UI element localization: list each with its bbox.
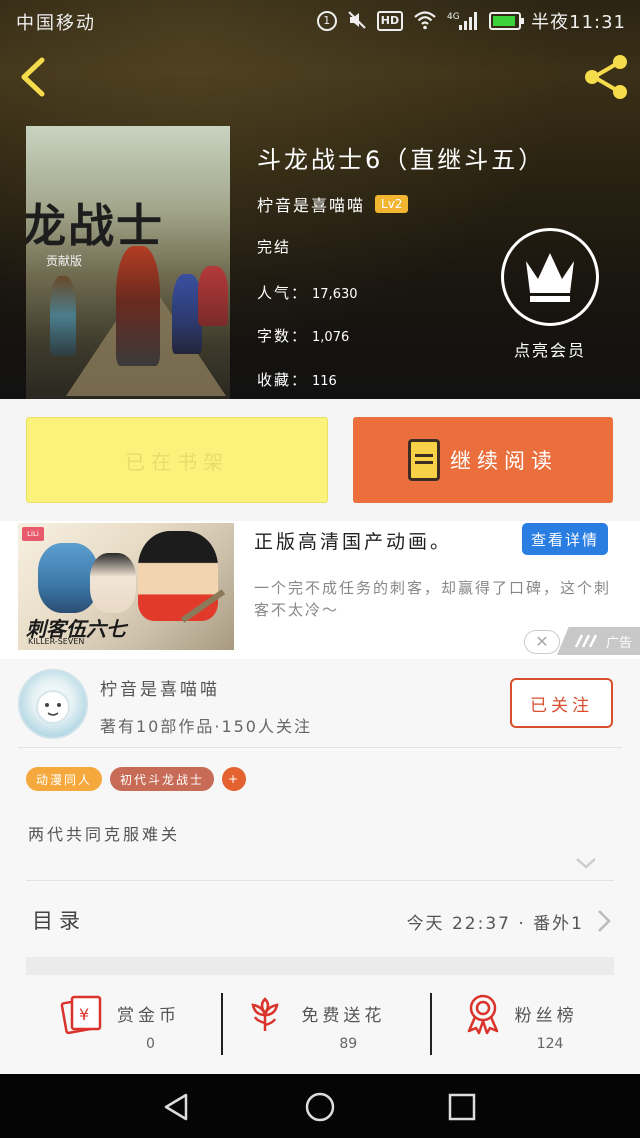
ad-description: 一个完不成任务的刺客，却赢得了口碑，这个刺客不太冷～ <box>254 579 612 619</box>
carrier-name: 中国移动 <box>16 13 96 34</box>
author-name[interactable]: 柠音是喜喵喵 <box>257 192 365 216</box>
word-count-row: 字数： 1,076 <box>257 325 349 346</box>
share-button[interactable] <box>580 52 632 102</box>
sheep-avatar-icon <box>36 690 70 724</box>
flower-icon <box>251 997 279 1031</box>
fan-ranking-count: 124 <box>536 1036 564 1052</box>
cover-character <box>116 246 160 366</box>
crown-icon <box>526 253 574 302</box>
send-flower-label: 免费送花 <box>301 1006 386 1026</box>
tag-list: 动漫同人 初代斗龙战士 + <box>26 767 247 791</box>
section-separator <box>26 957 614 975</box>
ad-close-button[interactable]: ✕ <box>524 630 560 654</box>
signal-icon: 4G <box>447 10 479 32</box>
expand-description-button[interactable] <box>574 855 598 869</box>
send-flower-count: 89 <box>339 1036 358 1052</box>
cover-character <box>50 276 76 356</box>
ad-label-text: 广告 <box>605 635 632 651</box>
battery-icon <box>489 12 525 30</box>
fan-ranking-label: 粉丝榜 <box>514 1006 578 1026</box>
author-profile-name[interactable]: 柠音是喜喵喵 <box>100 675 220 700</box>
status-icons: 1 HD 4G 半夜11:31 <box>316 8 626 34</box>
table-of-contents-row[interactable]: 目录 今天 22:37 · 番外1 <box>26 891 614 951</box>
fan-ranking-button[interactable]: 粉丝榜 124 <box>427 979 640 1074</box>
back-button[interactable] <box>14 56 54 98</box>
latest-chapter: 今天 22:37 · 番外1 <box>406 914 584 934</box>
mute-icon <box>347 10 367 32</box>
author-section: 柠音是喜喵喵 著有10部作品·150人关注 已关注 动漫同人 初代斗龙战士 + … <box>0 659 640 1074</box>
favorites-row: 收藏： 116 <box>257 369 337 390</box>
continue-reading-label: 继续阅读 <box>450 449 558 473</box>
vip-button[interactable] <box>501 228 599 326</box>
send-flower-button[interactable]: 免费送花 89 <box>213 979 426 1074</box>
chevron-down-icon <box>576 858 596 869</box>
word-count-value: 1,076 <box>312 330 350 345</box>
ad-brand-logo: LiLi <box>22 527 44 541</box>
popularity-value: 17,630 <box>312 287 358 302</box>
reward-coins-count: 0 <box>146 1036 155 1052</box>
toc-label: 目录 <box>32 909 86 933</box>
favorites-value: 116 <box>312 374 337 389</box>
share-icon <box>585 55 627 99</box>
clock: 半夜11:31 <box>531 12 626 33</box>
back-triangle-icon[interactable] <box>160 1090 194 1124</box>
hd-icon: HD <box>376 11 404 31</box>
cover-edition: 贡献版 <box>46 254 83 268</box>
status-bar: 中国移动 1 HD 4G 半夜11:31 <box>0 0 640 42</box>
ad-label: 广告 <box>557 627 640 655</box>
divider <box>18 747 622 748</box>
home-circle-icon[interactable] <box>303 1090 337 1124</box>
divider <box>221 993 224 1055</box>
book-description: 两代共同克服难关 <box>28 825 181 844</box>
ad-character <box>38 543 98 613</box>
vip-label: 点亮会员 <box>513 341 586 360</box>
recents-square-icon[interactable] <box>445 1090 479 1124</box>
continue-reading-button[interactable]: 继续阅读 <box>353 417 613 503</box>
ad-stripes-icon <box>574 634 598 648</box>
add-tag-button[interactable]: + <box>222 767 247 791</box>
avatar[interactable] <box>18 669 88 739</box>
divider <box>26 880 614 881</box>
ad-banner[interactable]: LiLi 刺客伍六七 KILLER-SEVEN 正版高清国产动画。 查看详情 一… <box>0 521 640 659</box>
action-bar: 已在书架 继续阅读 <box>0 399 640 521</box>
signal-type: 4G <box>447 12 460 22</box>
word-count-label: 字数： <box>257 327 309 345</box>
back-arrow-icon <box>21 57 45 97</box>
reward-coins-button[interactable]: ¥ 赏金币 0 <box>0 979 213 1074</box>
reward-coins-label: 赏金币 <box>117 1006 180 1026</box>
sync-icon: 1 <box>316 11 337 31</box>
book-icon <box>408 439 440 481</box>
level-badge: Lv2 <box>375 195 409 213</box>
ad-detail-button[interactable]: 查看详情 <box>522 523 608 555</box>
divider <box>429 993 432 1055</box>
ad-character <box>90 553 136 613</box>
ad-image[interactable]: LiLi 刺客伍六七 KILLER-SEVEN <box>18 523 234 650</box>
follow-button[interactable]: 已关注 <box>510 678 613 728</box>
book-status: 完结 <box>257 238 292 256</box>
author-stats: 著有10部作品·150人关注 <box>100 717 312 736</box>
popularity-label: 人气： <box>257 284 309 302</box>
system-navigation-bar <box>0 1074 640 1138</box>
cover-character <box>198 266 228 326</box>
chevron-right-icon <box>598 910 611 932</box>
tag-chip[interactable]: 动漫同人 <box>26 767 103 791</box>
svg-text:¥: ¥ <box>79 1005 89 1024</box>
wifi-icon <box>413 10 437 32</box>
book-header: 中国移动 1 HD 4G 半夜11:31 龙战士 贡献版 斗龙战士6（直继斗五）… <box>0 0 640 399</box>
red-envelope-icon: ¥ <box>60 995 102 1035</box>
reward-bar: ¥ 赏金币 0 免费送花 89 粉丝榜 124 <box>0 979 640 1074</box>
in-bookshelf-button[interactable]: 已在书架 <box>26 417 328 503</box>
ad-logo-subtitle: KILLER-SEVEN <box>28 637 85 646</box>
ribbon-medal-icon <box>467 994 498 1035</box>
popularity-row: 人气： 17,630 <box>257 282 358 303</box>
ad-title: 正版高清国产动画。 <box>254 531 453 553</box>
favorites-label: 收藏： <box>257 371 309 389</box>
book-title: 斗龙战士6（直继斗五） <box>257 146 546 174</box>
author-line: 柠音是喜喵喵 Lv2 <box>257 192 409 216</box>
book-cover[interactable]: 龙战士 贡献版 <box>26 126 230 399</box>
tag-chip[interactable]: 初代斗龙战士 <box>110 767 215 791</box>
